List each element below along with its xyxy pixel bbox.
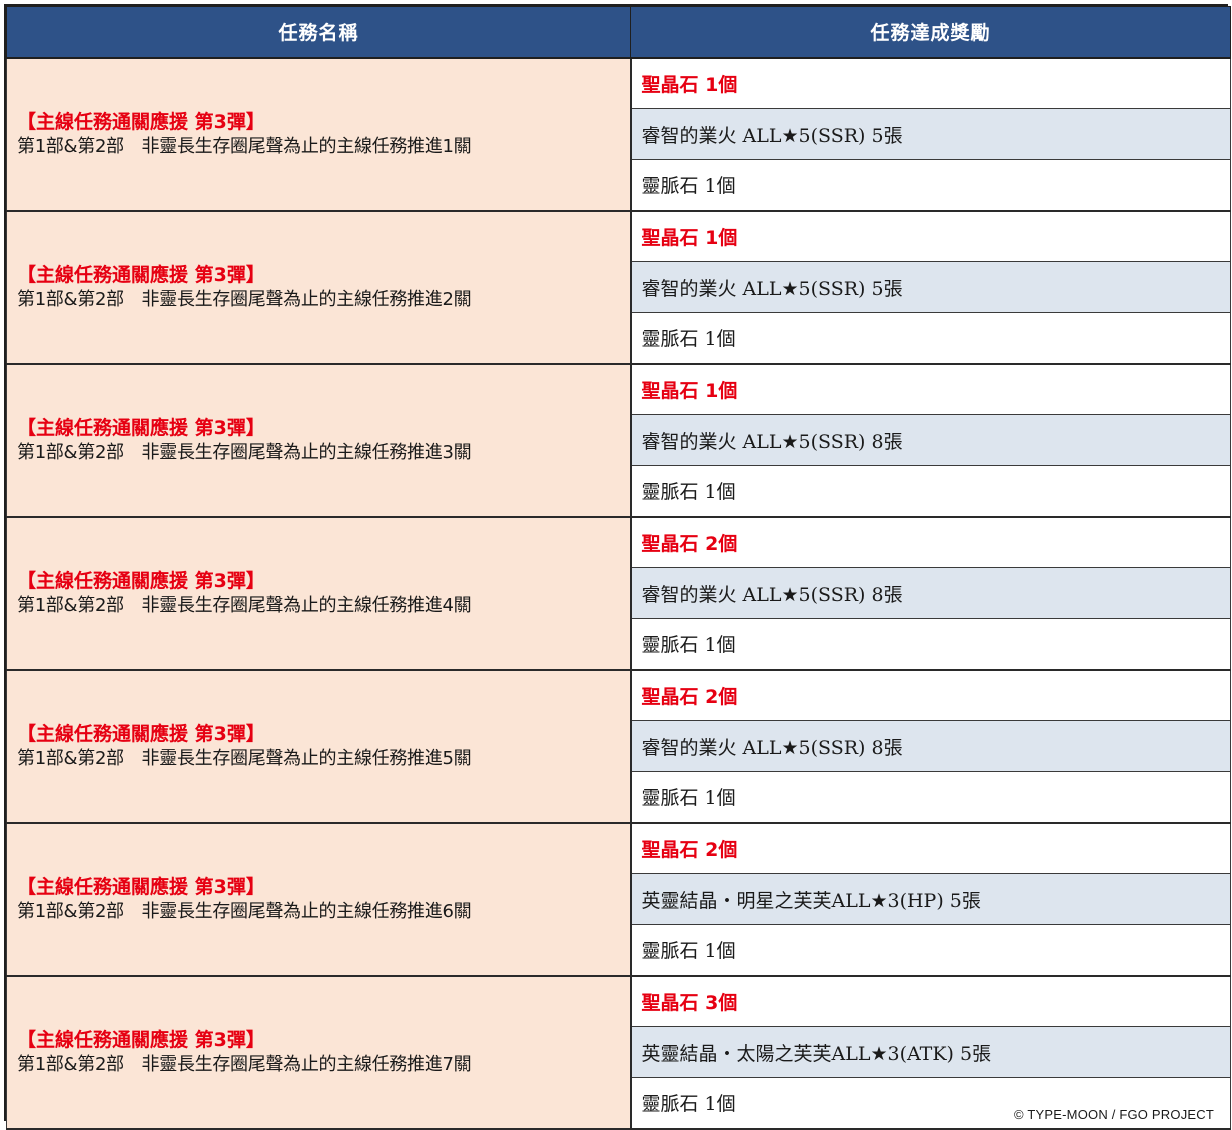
reward-text: 英靈結晶・太陽之芙芙ALL★3(ATK) 5張 [641,1042,992,1065]
mission-name-cell: 【主線任務通關應援 第3彈】 第1部&第2部 非靈長生存圈尾聲為止的主線任務推進2… [6,210,632,365]
reward-text: 睿智的業火 ALL★5(SSR) 8張 [641,583,903,606]
reward-cell: 靈脈石 1個 [630,465,1231,518]
header-mission-name: 任務名稱 [6,6,631,59]
mission-description: 第1部&第2部 非靈長生存圈尾聲為止的主線任務推進3關 [17,441,472,463]
reward-cell: 睿智的業火 ALL★5(SSR) 5張 [630,261,1231,313]
mission-title: 【主線任務通關應援 第3彈】 [17,1028,265,1051]
mission-description: 第1部&第2部 非靈長生存圈尾聲為止的主線任務推進7關 [17,1053,472,1075]
reward-text: 聖晶石 1個 [641,73,738,96]
mission-reward-table: 任務名稱 任務達成獎勵 【主線任務通關應援 第3彈】 第1部&第2部 非靈長生存圈… [6,6,1231,1130]
reward-text: 睿智的業火 ALL★5(SSR) 5張 [641,124,903,147]
reward-text: 靈脈石 1個 [641,787,736,810]
reward-text: 靈脈石 1個 [641,1093,736,1116]
table-row: 【主線任務通關應援 第3彈】 第1部&第2部 非靈長生存圈尾聲為止的主線任務推進3… [6,363,1231,518]
reward-cell: 靈脈石 1個 © TYPE-MOON / FGO PROJECT [630,1077,1231,1130]
table-row: 【主線任務通關應援 第3彈】 第1部&第2部 非靈長生存圈尾聲為止的主線任務推進5… [6,669,1231,824]
reward-cell: 靈脈石 1個 [630,159,1231,212]
mission-description: 第1部&第2部 非靈長生存圈尾聲為止的主線任務推進5關 [17,747,472,769]
reward-cell: 聖晶石 3個 [630,975,1231,1027]
reward-cell: 英靈結晶・太陽之芙芙ALL★3(ATK) 5張 [630,1026,1231,1078]
mission-name-cell: 【主線任務通關應援 第3彈】 第1部&第2部 非靈長生存圈尾聲為止的主線任務推進5… [6,669,632,824]
reward-cell: 聖晶石 1個 [630,210,1231,262]
reward-text: 靈脈石 1個 [641,328,736,351]
reward-text: 聖晶石 1個 [641,226,738,249]
table-row: 【主線任務通關應援 第3彈】 第1部&第2部 非靈長生存圈尾聲為止的主線任務推進4… [6,516,1231,671]
table-row: 【主線任務通關應援 第3彈】 第1部&第2部 非靈長生存圈尾聲為止的主線任務推進1… [6,57,1231,212]
mission-name-cell: 【主線任務通關應援 第3彈】 第1部&第2部 非靈長生存圈尾聲為止的主線任務推進3… [6,363,632,518]
reward-text: 聖晶石 2個 [641,838,738,861]
reward-text: 睿智的業火 ALL★5(SSR) 5張 [641,277,903,300]
table-row: 【主線任務通關應援 第3彈】 第1部&第2部 非靈長生存圈尾聲為止的主線任務推進2… [6,210,1231,365]
mission-table-frame: 任務名稱 任務達成獎勵 【主線任務通關應援 第3彈】 第1部&第2部 非靈長生存圈… [4,4,1231,1130]
mission-description: 第1部&第2部 非靈長生存圈尾聲為止的主線任務推進1關 [17,135,472,157]
table-row: 【主線任務通關應援 第3彈】 第1部&第2部 非靈長生存圈尾聲為止的主線任務推進6… [6,822,1231,977]
reward-cell: 靈脈石 1個 [630,771,1231,824]
reward-cell: 聖晶石 2個 [630,669,1231,721]
reward-cell: 聖晶石 1個 [630,363,1231,415]
mission-name-cell: 【主線任務通關應援 第3彈】 第1部&第2部 非靈長生存圈尾聲為止的主線任務推進4… [6,516,632,671]
reward-cell: 靈脈石 1個 [630,618,1231,671]
mission-description: 第1部&第2部 非靈長生存圈尾聲為止的主線任務推進6關 [17,900,472,922]
reward-cell: 聖晶石 2個 [630,516,1231,568]
reward-cell: 聖晶石 2個 [630,822,1231,874]
reward-cell: 睿智的業火 ALL★5(SSR) 5張 [630,108,1231,160]
reward-cell: 靈脈石 1個 [630,924,1231,977]
reward-text: 聖晶石 1個 [641,379,738,402]
reward-text: 靈脈石 1個 [641,634,736,657]
reward-text: 睿智的業火 ALL★5(SSR) 8張 [641,736,903,759]
copyright-notice: © TYPE-MOON / FGO PROJECT [1014,1106,1214,1122]
reward-text: 聖晶石 2個 [641,532,738,555]
mission-title: 【主線任務通關應援 第3彈】 [17,110,265,133]
mission-title: 【主線任務通關應援 第3彈】 [17,569,265,592]
mission-description: 第1部&第2部 非靈長生存圈尾聲為止的主線任務推進4關 [17,594,472,616]
reward-cell: 英靈結晶・明星之芙芙ALL★3(HP) 5張 [630,873,1231,925]
reward-cell: 睿智的業火 ALL★5(SSR) 8張 [630,414,1231,466]
reward-text: 英靈結晶・明星之芙芙ALL★3(HP) 5張 [641,889,981,912]
table-body: 【主線任務通關應援 第3彈】 第1部&第2部 非靈長生存圈尾聲為止的主線任務推進1… [6,57,1231,1130]
reward-text: 靈脈石 1個 [641,175,736,198]
mission-name-cell: 【主線任務通關應援 第3彈】 第1部&第2部 非靈長生存圈尾聲為止的主線任務推進7… [6,975,632,1130]
reward-cell: 睿智的業火 ALL★5(SSR) 8張 [630,720,1231,772]
reward-text: 聖晶石 3個 [641,991,738,1014]
mission-title: 【主線任務通關應援 第3彈】 [17,722,265,745]
mission-description: 第1部&第2部 非靈長生存圈尾聲為止的主線任務推進2關 [17,288,472,310]
mission-name-cell: 【主線任務通關應援 第3彈】 第1部&第2部 非靈長生存圈尾聲為止的主線任務推進1… [6,57,632,212]
reward-text: 靈脈石 1個 [641,481,736,504]
reward-cell: 靈脈石 1個 [630,312,1231,365]
reward-cell: 聖晶石 1個 [630,57,1231,109]
mission-name-cell: 【主線任務通關應援 第3彈】 第1部&第2部 非靈長生存圈尾聲為止的主線任務推進6… [6,822,632,977]
header-reward: 任務達成獎勵 [630,6,1231,59]
table-header-row: 任務名稱 任務達成獎勵 [6,6,1231,59]
mission-title: 【主線任務通關應援 第3彈】 [17,416,265,439]
table-row: 【主線任務通關應援 第3彈】 第1部&第2部 非靈長生存圈尾聲為止的主線任務推進7… [6,975,1231,1130]
reward-text: 靈脈石 1個 [641,940,736,963]
reward-text: 聖晶石 2個 [641,685,738,708]
mission-title: 【主線任務通關應援 第3彈】 [17,875,265,898]
reward-cell: 睿智的業火 ALL★5(SSR) 8張 [630,567,1231,619]
reward-text: 睿智的業火 ALL★5(SSR) 8張 [641,430,903,453]
mission-title: 【主線任務通關應援 第3彈】 [17,263,265,286]
